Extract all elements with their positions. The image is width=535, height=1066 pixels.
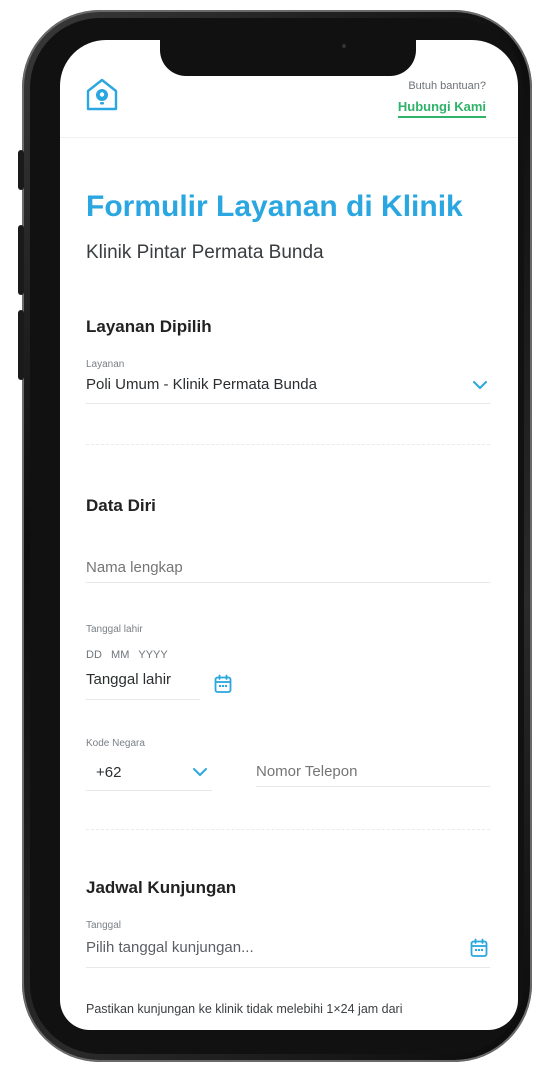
phone-screen: Butuh bantuan? Hubungi Kami Formulir Lay… [60,40,518,1030]
chevron-down-icon [193,768,207,776]
contact-us-link[interactable]: Hubungi Kami [397,99,486,118]
dob-input-placeholder: Tanggal lahir [86,671,172,688]
visit-date-placeholder: Pilih tanggal kunjungan... [86,939,254,956]
service-select-value: Poli Umum - Klinik Permata Bunda [86,376,317,393]
visit-note: Pastikan kunjungan ke klinik tidak meleb… [86,1002,403,1016]
app-header: Butuh bantuan? Hubungi Kami [60,40,518,138]
service-select[interactable]: Poli Umum - Klinik Permata Bunda [86,370,490,404]
visit-date-label: Tanggal [86,920,122,931]
help-text: Butuh bantuan? [408,80,486,92]
service-section-heading: Layanan Dipilih [86,317,212,336]
schedule-section-heading: Jadwal Kunjungan [86,878,237,897]
service-underline [86,403,490,404]
country-code-label: Kode Negara [86,738,145,749]
page-title: Formulir Layanan di Klinik [86,190,463,223]
country-code-value: +62 [96,764,122,781]
section-divider [86,829,490,830]
dob-format-hint: DD MM YYYY [86,649,168,661]
dob-input[interactable]: Tanggal lahir [86,667,200,700]
country-code-select[interactable]: +62 [86,754,212,791]
page-subtitle: Klinik Pintar Permata Bunda [86,242,324,263]
phone-side-button-mute [18,150,24,190]
section-divider [86,444,490,445]
visit-date-input[interactable]: Pilih tanggal kunjungan... [86,933,490,968]
phone-side-button-volume-up [18,225,24,295]
phone-number-input[interactable] [256,756,490,787]
phone-side-button-volume-down [18,310,24,380]
service-label: Layanan [86,359,125,370]
clinic-logo-icon[interactable] [86,78,118,112]
personal-section-heading: Data Diri [86,496,156,515]
full-name-input[interactable] [86,552,490,583]
calendar-icon[interactable] [214,674,232,694]
calendar-icon [470,938,488,957]
dob-label: Tanggal lahir [86,624,143,635]
chevron-down-icon [473,381,487,389]
